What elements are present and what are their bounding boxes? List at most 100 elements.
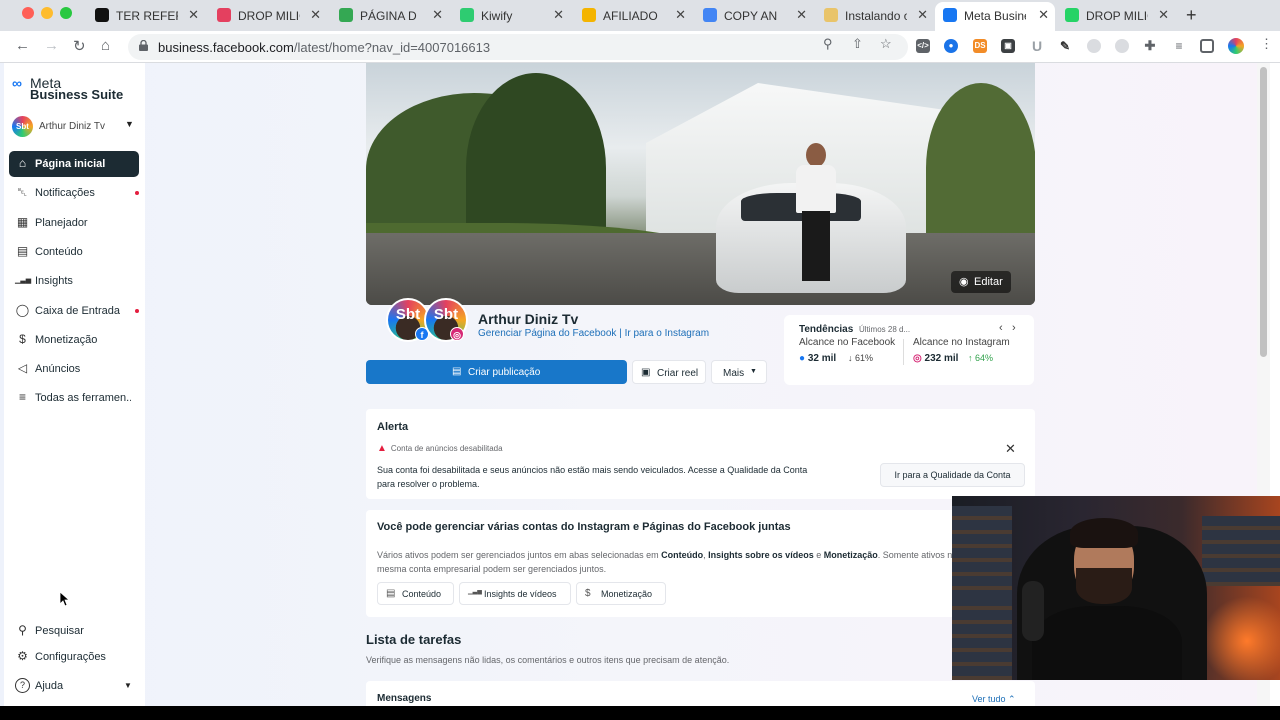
extension-pen-icon[interactable]: ✎ bbox=[1058, 39, 1072, 53]
browser-tab[interactable]: Kiwify ✕ bbox=[452, 2, 570, 29]
side-panel-icon[interactable] bbox=[1200, 39, 1214, 53]
chevron-up-icon: ⌃ bbox=[1008, 694, 1016, 704]
sidebar-item[interactable]: ≡ Todas as ferramen... bbox=[9, 385, 139, 411]
browser-tab[interactable]: AFILIADO ✕ bbox=[574, 2, 692, 29]
arrow-up-icon: ↑ bbox=[968, 353, 973, 363]
sidebar-item[interactable]: ◯ Caixa de Entrada bbox=[9, 298, 139, 324]
alert-body: Sua conta foi desabilitada e seus anúnci… bbox=[377, 465, 808, 489]
code-extension-icon[interactable]: </> bbox=[916, 39, 930, 53]
sidebar-item-label: Conteúdo bbox=[35, 245, 83, 258]
instagram-reach-number: 232 mil bbox=[924, 353, 959, 364]
puzzle-icon[interactable]: ✚ bbox=[1143, 39, 1157, 53]
sidebar-bottom-item[interactable]: ? Ajuda ▼ bbox=[9, 673, 139, 699]
close-tab-icon[interactable]: ✕ bbox=[432, 7, 443, 23]
bookmark-star-icon[interactable]: ☆ bbox=[880, 36, 892, 52]
facebook-reach-percent: 61% bbox=[855, 353, 874, 363]
see-all-link[interactable]: Ver tudo ⌃ bbox=[972, 694, 1016, 705]
close-tab-icon[interactable]: ✕ bbox=[310, 7, 321, 23]
browser-tab[interactable]: COPY AN ✕ bbox=[695, 2, 813, 29]
notification-dot bbox=[135, 191, 139, 196]
profile-avatar[interactable] bbox=[1228, 38, 1244, 54]
sidebar-item[interactable]: ▁▃▅ Insights bbox=[9, 268, 139, 294]
cover-tree bbox=[926, 83, 1035, 253]
browser-tab[interactable]: Meta Busine ✕ bbox=[935, 2, 1055, 31]
filter-chip[interactable]: ▁▃▅ Insights de vídeos bbox=[459, 582, 571, 605]
maximize-window-button[interactable] bbox=[60, 7, 72, 19]
close-tab-icon[interactable]: ✕ bbox=[1038, 7, 1049, 23]
person-body bbox=[1032, 606, 1182, 680]
new-tab-button[interactable]: + bbox=[1186, 5, 1197, 26]
account-quality-button[interactable]: Ir para a Qualidade da Conta bbox=[880, 463, 1025, 487]
home-icon[interactable]: ⌂ bbox=[101, 37, 110, 54]
manage-body: Vários ativos podem ser gerenciados junt… bbox=[377, 548, 977, 576]
close-icon[interactable]: ✕ bbox=[1005, 441, 1016, 457]
close-window-button[interactable] bbox=[22, 7, 34, 19]
create-post-button[interactable]: ▤ Criar publicação bbox=[366, 360, 627, 384]
sidebar-item[interactable]: $ Monetização bbox=[9, 327, 139, 353]
extension-ds-icon[interactable]: DS bbox=[973, 39, 987, 53]
more-button[interactable]: Mais ▼ bbox=[711, 360, 767, 384]
address-bar[interactable]: business.facebook.com/latest/home?nav_id… bbox=[128, 34, 908, 60]
close-tab-icon[interactable]: ✕ bbox=[1158, 7, 1169, 23]
alert-title: Alerta bbox=[377, 421, 409, 433]
close-tab-icon[interactable]: ✕ bbox=[917, 7, 928, 23]
reload-icon[interactable]: ↻ bbox=[73, 37, 86, 55]
zoom-icon[interactable]: ⚲ bbox=[823, 36, 833, 52]
link-separator: | bbox=[616, 328, 625, 339]
browser-tab[interactable]: Instalando o ✕ bbox=[816, 2, 934, 29]
close-tab-icon[interactable]: ✕ bbox=[675, 7, 686, 23]
meta-logo-icon: ∞ bbox=[12, 75, 22, 91]
share-icon[interactable]: ⇧ bbox=[852, 36, 863, 52]
scrollbar-thumb[interactable] bbox=[1260, 67, 1267, 357]
create-reel-button[interactable]: ▣ Criar reel bbox=[632, 360, 706, 384]
logo-line-2: Business Suite bbox=[30, 87, 124, 102]
instagram-reach-label: Alcance no Instagram bbox=[913, 337, 1010, 348]
chevron-left-icon[interactable]: ‹ bbox=[999, 322, 1003, 334]
sidebar-bottom-item[interactable]: ⚙ Configurações bbox=[9, 644, 139, 670]
extension-u-icon[interactable]: U bbox=[1030, 39, 1044, 53]
close-tab-icon[interactable]: ✕ bbox=[553, 7, 564, 23]
filter-chip[interactable]: $ Monetização bbox=[576, 582, 666, 605]
minimize-window-button[interactable] bbox=[41, 7, 53, 19]
facebook-icon: ● bbox=[799, 353, 806, 364]
sidebar-item[interactable]: ⌂ Página inicial bbox=[9, 151, 139, 177]
sidebar-item-label: Ajuda bbox=[35, 680, 64, 692]
manage-facebook-page-link[interactable]: Gerenciar Página do Facebook bbox=[478, 328, 616, 339]
close-tab-icon[interactable]: ✕ bbox=[188, 7, 199, 23]
more-vertical-icon[interactable]: ⋮ bbox=[1260, 36, 1273, 52]
sidebar-item[interactable]: ␇ Notificações bbox=[9, 180, 139, 206]
warning-icon: ▲ bbox=[377, 443, 387, 454]
sidebar-item-label: Anúncios bbox=[35, 363, 81, 376]
forward-arrow-icon[interactable]: → bbox=[44, 37, 59, 54]
back-arrow-icon[interactable]: ← bbox=[15, 37, 30, 54]
chevron-right-icon[interactable]: › bbox=[1012, 322, 1016, 334]
sidebar-bottom-item[interactable]: ⚲ Pesquisar bbox=[9, 618, 139, 644]
sidebar-item[interactable]: ◁ Anúncios bbox=[9, 356, 139, 382]
notion-icon bbox=[95, 8, 109, 22]
browser-tab[interactable]: DROP MILIO ✕ bbox=[1057, 2, 1175, 29]
filter-chip[interactable]: ▤ Conteúdo bbox=[377, 582, 454, 605]
close-tab-icon[interactable]: ✕ bbox=[796, 7, 807, 23]
edit-cover-button[interactable]: ◉ Editar bbox=[951, 271, 1011, 293]
sidebar-item[interactable]: ▤ Conteúdo bbox=[9, 239, 139, 265]
go-to-instagram-link[interactable]: Ir para o Instagram bbox=[625, 328, 709, 339]
extension-dark-icon[interactable]: ▣ bbox=[1001, 39, 1015, 53]
bookshelf bbox=[952, 596, 1012, 680]
browser-tab[interactable]: PÁGINA D ✕ bbox=[331, 2, 449, 29]
lock-icon bbox=[139, 40, 148, 51]
browser-tab[interactable]: TER REFERÊ ✕ bbox=[87, 2, 205, 29]
meta-icon bbox=[943, 8, 957, 22]
sidebar-item[interactable]: ▦ Planejador bbox=[9, 210, 139, 236]
instagram-reach-value: ◎ 232 mil bbox=[913, 353, 958, 364]
facebook-reach-label: Alcance no Facebook bbox=[799, 337, 896, 348]
browser-tab[interactable]: DROP MILIO ✕ bbox=[209, 2, 327, 29]
extension-grey-icon[interactable] bbox=[1087, 39, 1101, 53]
manage-body-bold: Insights sobre os vídeos bbox=[708, 550, 814, 560]
instagram-icon bbox=[217, 8, 231, 22]
cover-road bbox=[366, 233, 1035, 305]
reading-list-icon[interactable]: ≡ bbox=[1172, 39, 1186, 53]
manage-accounts-card: Você pode gerenciar várias contas do Ins… bbox=[366, 510, 1035, 617]
extension-grey2-icon[interactable] bbox=[1115, 39, 1129, 53]
account-switcher[interactable]: Sbt Arthur Diniz Tv ▼ bbox=[12, 116, 136, 138]
extension-blue-icon[interactable]: ● bbox=[944, 39, 958, 53]
